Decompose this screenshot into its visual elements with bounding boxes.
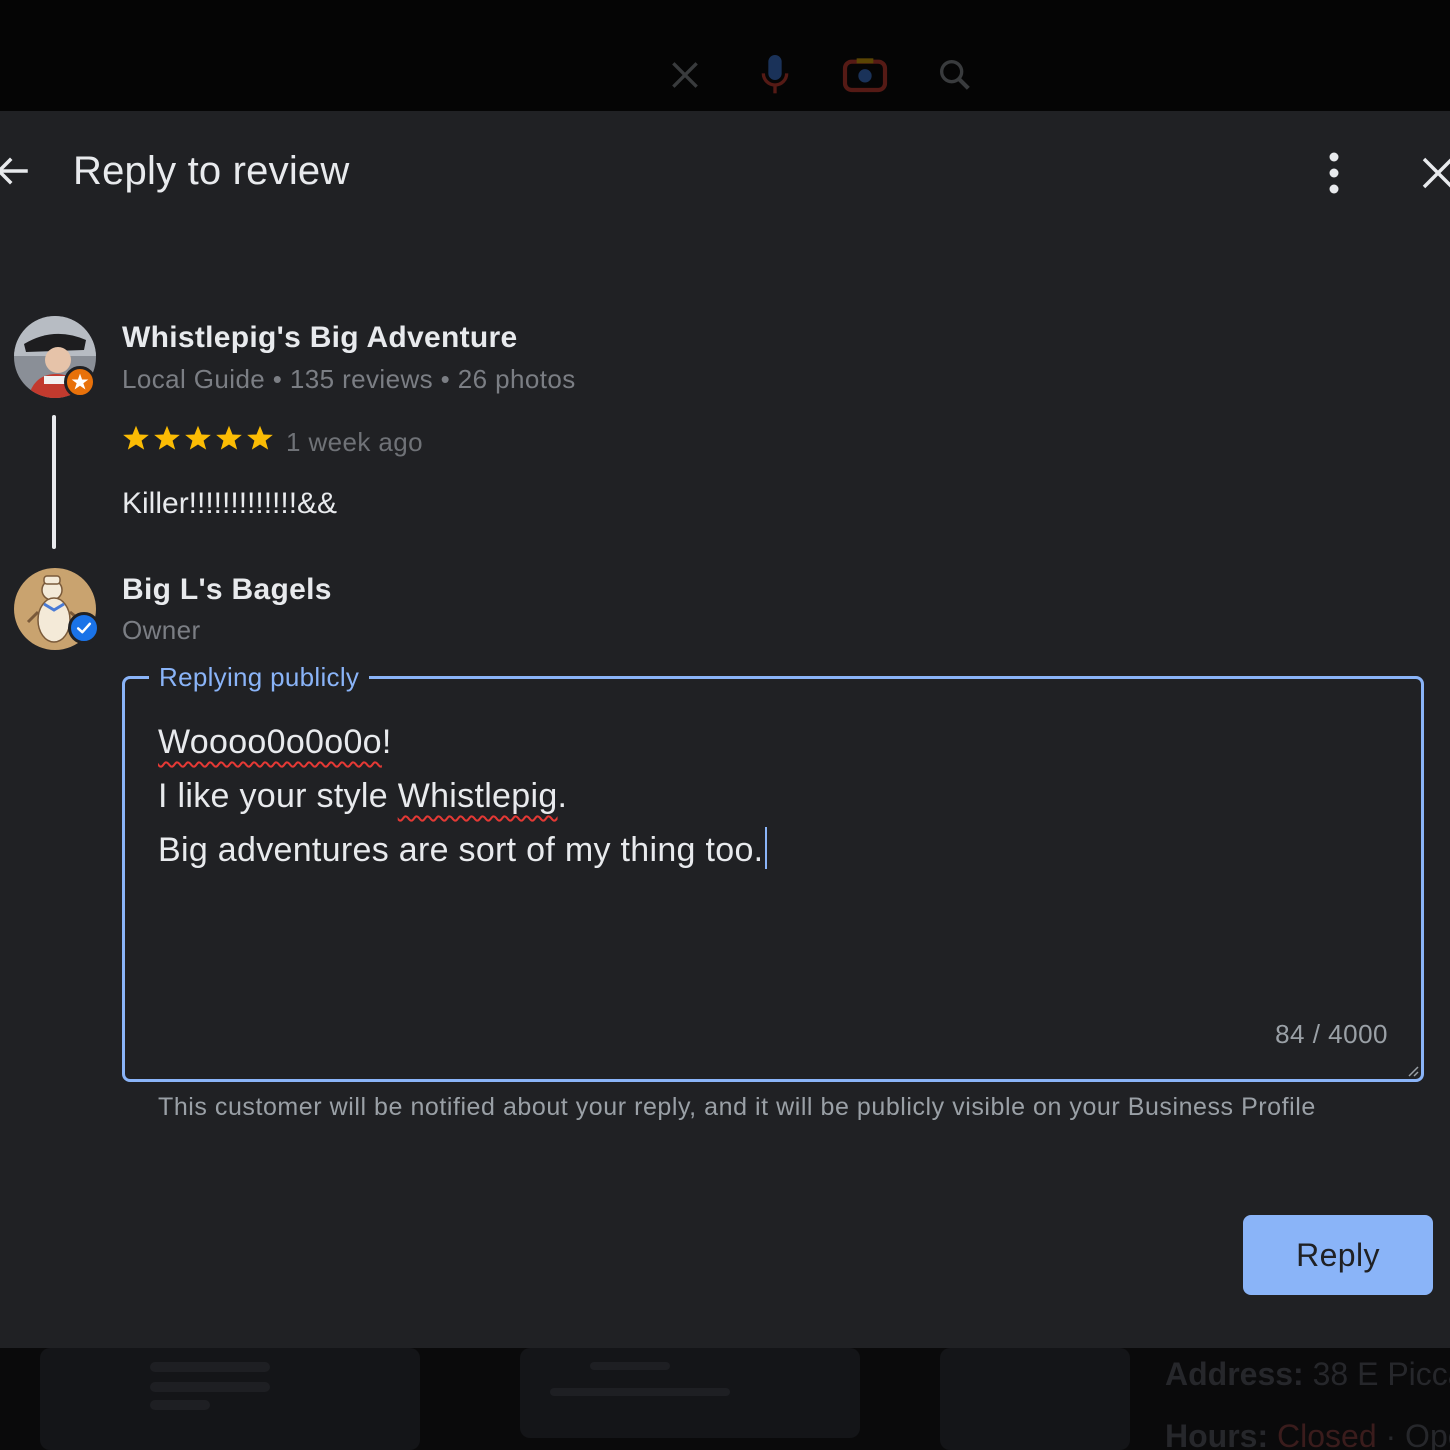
- reviewer-meta: Local Guide • 135 reviews • 26 photos: [122, 364, 576, 394]
- search-icon: [910, 30, 1000, 120]
- helper-text: This customer will be notified about you…: [158, 1093, 1316, 1121]
- star-icon: [154, 425, 180, 450]
- reply-text[interactable]: Woooo0o0o0o! I like your style Whistlepi…: [158, 715, 768, 877]
- reply-textarea[interactable]: Replying publicly Woooo0o0o0o! I like yo…: [122, 661, 1424, 1082]
- misspelled-word[interactable]: Woooo0o0o0o: [158, 723, 382, 761]
- dialog-header: Reply to review: [0, 111, 1450, 236]
- star-icon: [247, 425, 273, 450]
- microphone-icon: [730, 30, 820, 120]
- review-time: 1 week ago: [286, 427, 423, 457]
- reviewer-avatar[interactable]: [14, 316, 96, 398]
- reply-line-3: Big adventures are sort of my thing too.: [158, 823, 768, 877]
- page-title: Reply to review: [73, 149, 350, 193]
- misspelled-word[interactable]: Whistlepig: [398, 777, 558, 815]
- background-address: Address: 38 E Piccad: [1165, 1356, 1450, 1392]
- background-page-content: Address: 38 E Piccad Hours: Closed · Ope: [0, 1348, 1450, 1450]
- reply-field-label: Replying publicly: [149, 661, 370, 693]
- background-search-bar-area: [0, 0, 1450, 111]
- close-icon[interactable]: [1418, 153, 1450, 193]
- owner-role: Owner: [122, 615, 201, 645]
- owner-name: Big L's Bagels: [122, 573, 332, 606]
- resize-handle-icon[interactable]: [1405, 1063, 1419, 1077]
- background-card: [940, 1348, 1130, 1450]
- star-rating: [122, 424, 274, 452]
- text-caret: [765, 827, 768, 869]
- verified-check-icon: [68, 612, 100, 644]
- close-icon: [640, 30, 730, 120]
- star-icon: [216, 425, 242, 450]
- local-guide-star-icon: [64, 366, 96, 398]
- star-icon: [123, 425, 149, 450]
- reviewer-name[interactable]: Whistlepig's Big Adventure: [122, 321, 518, 355]
- owner-avatar: [14, 568, 100, 650]
- background-search-controls: [640, 30, 1030, 120]
- reply-line-1: Woooo0o0o0o!: [158, 723, 392, 761]
- camera-lens-icon: [820, 30, 910, 120]
- star-icon: [185, 425, 211, 450]
- thread-connector: [52, 415, 56, 549]
- background-hours: Hours: Closed · Ope: [1165, 1418, 1450, 1450]
- more-vertical-icon[interactable]: [1314, 151, 1354, 195]
- review-text: Killer!!!!!!!!!!!!!&&: [122, 487, 338, 520]
- reply-to-review-dialog: Reply to review Whistlepig's Big Adventu…: [0, 111, 1450, 1348]
- character-counter: 84 / 4000: [1275, 1019, 1388, 1049]
- arrow-back-icon[interactable]: [0, 151, 32, 191]
- reply-line-2: I like your style Whistlepig.: [158, 777, 568, 815]
- reply-button[interactable]: Reply: [1243, 1215, 1433, 1295]
